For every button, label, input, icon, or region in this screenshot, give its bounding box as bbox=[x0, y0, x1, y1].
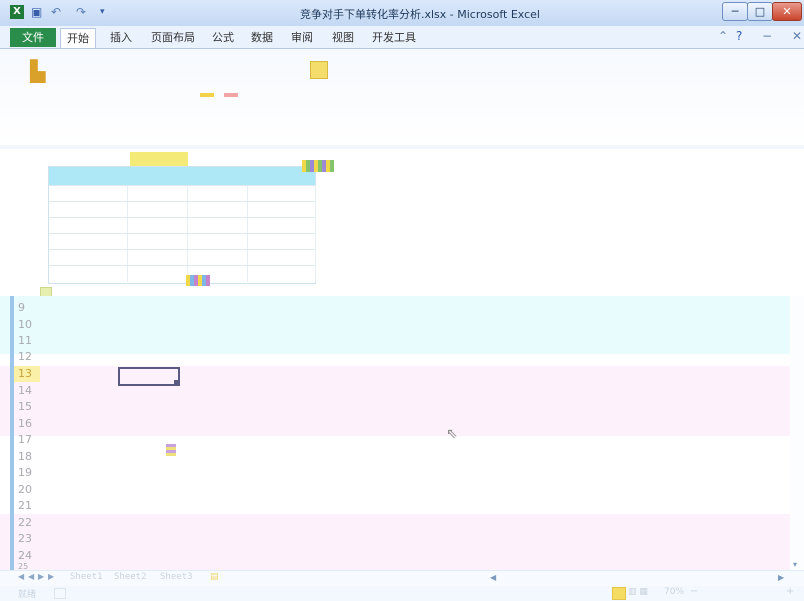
table-row bbox=[49, 185, 316, 202]
cell-styles-icon[interactable] bbox=[310, 61, 328, 79]
table-picture[interactable] bbox=[48, 166, 316, 284]
row-header[interactable]: 14 bbox=[18, 383, 48, 399]
table-header-cell bbox=[127, 167, 187, 185]
status-bar: 就绪 ▥ ▦ 70% − + bbox=[0, 586, 804, 601]
help-icon[interactable]: ? bbox=[736, 29, 742, 43]
table-row bbox=[49, 201, 316, 218]
table-row bbox=[49, 217, 316, 234]
tab-developer[interactable]: 开发工具 bbox=[366, 28, 422, 47]
conditional-format-icon bbox=[302, 160, 334, 172]
mouse-cursor-icon: ⇖ bbox=[446, 426, 458, 442]
close-button[interactable]: ✕ bbox=[772, 2, 802, 21]
table-title-cell bbox=[130, 152, 188, 166]
row-header[interactable]: 15 bbox=[18, 399, 48, 415]
zoom-in-icon[interactable]: + bbox=[786, 586, 794, 597]
quick-analysis-icon[interactable] bbox=[186, 275, 210, 286]
next-sheet-arrow-icon[interactable]: ▶ bbox=[38, 572, 44, 581]
paste-icon[interactable]: ▙ bbox=[30, 59, 50, 83]
table-header-cell bbox=[49, 167, 127, 185]
picture-thumbnail-icon[interactable] bbox=[166, 444, 176, 456]
row-header[interactable]: 9 bbox=[18, 300, 48, 316]
scroll-down-arrow-icon[interactable]: ▾ bbox=[793, 560, 797, 569]
minimize-button[interactable]: ─ bbox=[722, 2, 748, 21]
table-row bbox=[49, 265, 316, 282]
row-header[interactable]: 16 bbox=[18, 416, 48, 432]
ribbon-tab-bar: 文件 开始 插入 页面布局 公式 数据 审阅 视图 开发工具 ⌃ ? − ✕ bbox=[0, 26, 804, 49]
tab-insert[interactable]: 插入 bbox=[104, 28, 138, 47]
row-header-strip bbox=[10, 296, 14, 570]
status-ready-label: 就绪 bbox=[18, 590, 37, 600]
row-header[interactable]: 19 bbox=[18, 465, 48, 481]
workbook-minimize-icon[interactable]: − bbox=[762, 29, 772, 43]
active-cell[interactable] bbox=[118, 367, 180, 386]
scroll-right-arrow-icon[interactable]: ▶ bbox=[778, 573, 784, 582]
sheet-grid[interactable] bbox=[220, 436, 804, 502]
row-header[interactable]: 21 bbox=[18, 498, 48, 514]
vertical-scrollbar[interactable] bbox=[790, 296, 804, 570]
first-sheet-arrow-icon[interactable]: ◀ bbox=[18, 572, 24, 581]
sheet-tab-bar: ◀ ◀ ▶ ▶ Sheet1 Sheet2 Sheet3 ▤ ◀ ▶ bbox=[0, 570, 804, 587]
sheet-grid[interactable] bbox=[0, 514, 804, 570]
workbook-close-icon[interactable]: ✕ bbox=[792, 29, 802, 43]
title-bar: X ▣ ↶ ↷ ▾ 竞争对手下单转化率分析.xlsx - Microsoft E… bbox=[0, 0, 804, 26]
ribbon-minimize-icon[interactable]: ⌃ bbox=[718, 29, 728, 43]
row-header[interactable]: 10 bbox=[18, 317, 48, 333]
sheet-tab-sheet3[interactable]: Sheet3 bbox=[160, 572, 193, 582]
tab-data[interactable]: 数据 bbox=[245, 28, 279, 47]
scroll-left-arrow-icon[interactable]: ◀ bbox=[490, 573, 496, 582]
table-header-cell bbox=[187, 167, 247, 185]
tab-file[interactable]: 文件 bbox=[10, 28, 56, 47]
table-header-row bbox=[49, 167, 315, 185]
ribbon-home-panel: ▙ bbox=[0, 49, 804, 145]
row-header[interactable]: 17 bbox=[18, 432, 48, 448]
customize-quick-access-icon[interactable]: ▾ bbox=[100, 5, 110, 19]
normal-view-icon[interactable] bbox=[612, 587, 626, 600]
tab-review[interactable]: 审阅 bbox=[285, 28, 319, 47]
row-header[interactable]: 11 bbox=[18, 333, 48, 349]
row-header[interactable]: 23 bbox=[18, 531, 48, 547]
row-header[interactable]: 20 bbox=[18, 482, 48, 498]
prev-sheet-arrow-icon[interactable]: ◀ bbox=[28, 572, 34, 581]
macro-record-icon[interactable] bbox=[54, 588, 66, 599]
page-layout-view-icon[interactable]: ▥ ▦ bbox=[628, 587, 648, 597]
window-title: 竞争对手下单转化率分析.xlsx - Microsoft Excel bbox=[300, 8, 540, 21]
tab-view[interactable]: 视图 bbox=[326, 28, 360, 47]
table-row bbox=[49, 233, 316, 250]
sheet-grid[interactable] bbox=[0, 296, 804, 354]
row-header-active[interactable]: 13 bbox=[14, 366, 40, 382]
fill-handle[interactable] bbox=[174, 380, 179, 385]
row-header[interactable]: 12 bbox=[18, 349, 48, 365]
save-icon[interactable]: ▣ bbox=[31, 5, 45, 19]
formula-bar[interactable] bbox=[0, 145, 804, 149]
last-sheet-arrow-icon[interactable]: ▶ bbox=[48, 572, 54, 581]
undo-icon[interactable]: ↶ bbox=[51, 5, 63, 19]
row-header[interactable]: 18 bbox=[18, 449, 48, 465]
sheet-tab-sheet1[interactable]: Sheet1 bbox=[70, 572, 103, 582]
maximize-button[interactable]: □ bbox=[747, 2, 773, 21]
tab-page-layout[interactable]: 页面布局 bbox=[145, 28, 201, 47]
new-sheet-icon[interactable]: ▤ bbox=[210, 572, 219, 582]
table-row bbox=[49, 249, 316, 266]
font-color-icon[interactable] bbox=[200, 93, 214, 97]
sheet-tab-sheet2[interactable]: Sheet2 bbox=[114, 572, 147, 582]
zoom-out-icon[interactable]: − bbox=[690, 586, 698, 597]
zoom-level[interactable]: 70% bbox=[664, 587, 684, 597]
tab-home[interactable]: 开始 bbox=[60, 28, 96, 48]
tab-formulas[interactable]: 公式 bbox=[206, 28, 240, 47]
row-header[interactable]: 22 bbox=[18, 515, 48, 531]
fill-color-icon[interactable] bbox=[224, 93, 238, 97]
redo-icon[interactable]: ↷ bbox=[76, 5, 88, 19]
excel-icon[interactable]: X bbox=[10, 5, 24, 19]
